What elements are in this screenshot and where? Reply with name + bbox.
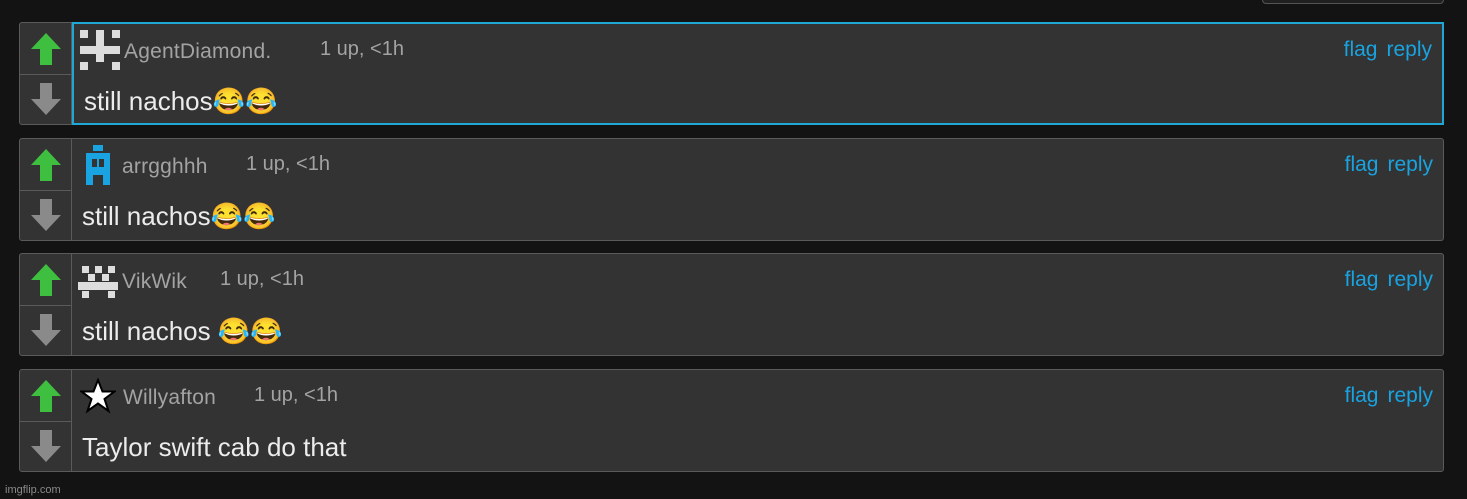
arrow-up-icon [30,148,61,181]
comment: arrgghhh 1 up, <1h flag reply still nacho… [19,138,1444,241]
vote-column [20,254,72,355]
arrow-down-icon [30,314,61,346]
comment-text: still nachos😂😂 [84,86,278,116]
downvote-button[interactable] [20,305,71,355]
reply-link[interactable]: reply [1387,268,1433,291]
upvote-button[interactable] [20,23,71,75]
comment-body: VikWik 1 up, <1h flag reply still nachos … [72,254,1443,355]
upvote-button[interactable] [20,254,71,306]
flag-link[interactable]: flag [1344,38,1378,61]
username-link[interactable]: Willyafton [123,386,216,410]
arrow-down-icon [30,199,61,231]
comment-body: Willyafton 1 up, <1h flag reply Taylor sw… [72,370,1443,471]
comment-body: AgentDiamond. 1 up, <1h flag reply still … [72,22,1444,125]
vote-column [20,139,72,240]
comment-meta: 1 up, <1h [320,38,404,60]
arrow-up-icon [30,32,61,65]
vote-column [20,370,72,471]
username-link[interactable]: AgentDiamond. [124,40,271,64]
comment: VikWik 1 up, <1h flag reply still nachos … [19,253,1444,356]
comment-text: Taylor swift cab do that [82,432,347,462]
comment: Willyafton 1 up, <1h flag reply Taylor sw… [19,369,1444,472]
vote-column [20,23,72,124]
downvote-button[interactable] [20,190,71,240]
comment-actions: flag reply [1336,384,1433,408]
top-partial-button[interactable] [1262,0,1444,4]
imgflip-watermark: imgflip.com [5,484,61,496]
comment-actions: flag reply [1335,38,1432,62]
star-avatar[interactable] [78,376,118,416]
arrow-up-icon [30,379,61,412]
flag-link[interactable]: flag [1345,384,1379,407]
reply-link[interactable]: reply [1387,384,1433,407]
arrow-up-icon [30,263,61,296]
arrow-down-icon [30,430,61,462]
upvote-button[interactable] [20,370,71,422]
flag-link[interactable]: flag [1345,268,1379,291]
comment-actions: flag reply [1336,153,1433,177]
flag-link[interactable]: flag [1345,153,1379,176]
comment: AgentDiamond. 1 up, <1h flag reply still … [19,22,1444,125]
username-link[interactable]: VikWik [122,270,187,294]
username-link[interactable]: arrgghhh [122,155,208,179]
comment-body: arrgghhh 1 up, <1h flag reply still nacho… [72,139,1443,240]
reply-link[interactable]: reply [1387,153,1433,176]
comment-actions: flag reply [1336,268,1433,292]
comment-text: still nachos😂😂 [82,201,276,231]
comment-meta: 1 up, <1h [254,384,338,406]
upvote-button[interactable] [20,139,71,191]
arrow-down-icon [30,83,61,115]
downvote-button[interactable] [20,421,71,471]
downvote-button[interactable] [20,74,71,124]
star-icon [80,378,116,414]
blue-pixel-avatar[interactable] [78,145,118,185]
pixel-cross-avatar[interactable] [80,30,120,70]
reply-link[interactable]: reply [1386,38,1432,61]
comment-meta: 1 up, <1h [220,268,304,290]
comment-text: still nachos 😂😂 [82,316,283,346]
checker-pixel-avatar[interactable] [78,260,118,300]
comment-meta: 1 up, <1h [246,153,330,175]
